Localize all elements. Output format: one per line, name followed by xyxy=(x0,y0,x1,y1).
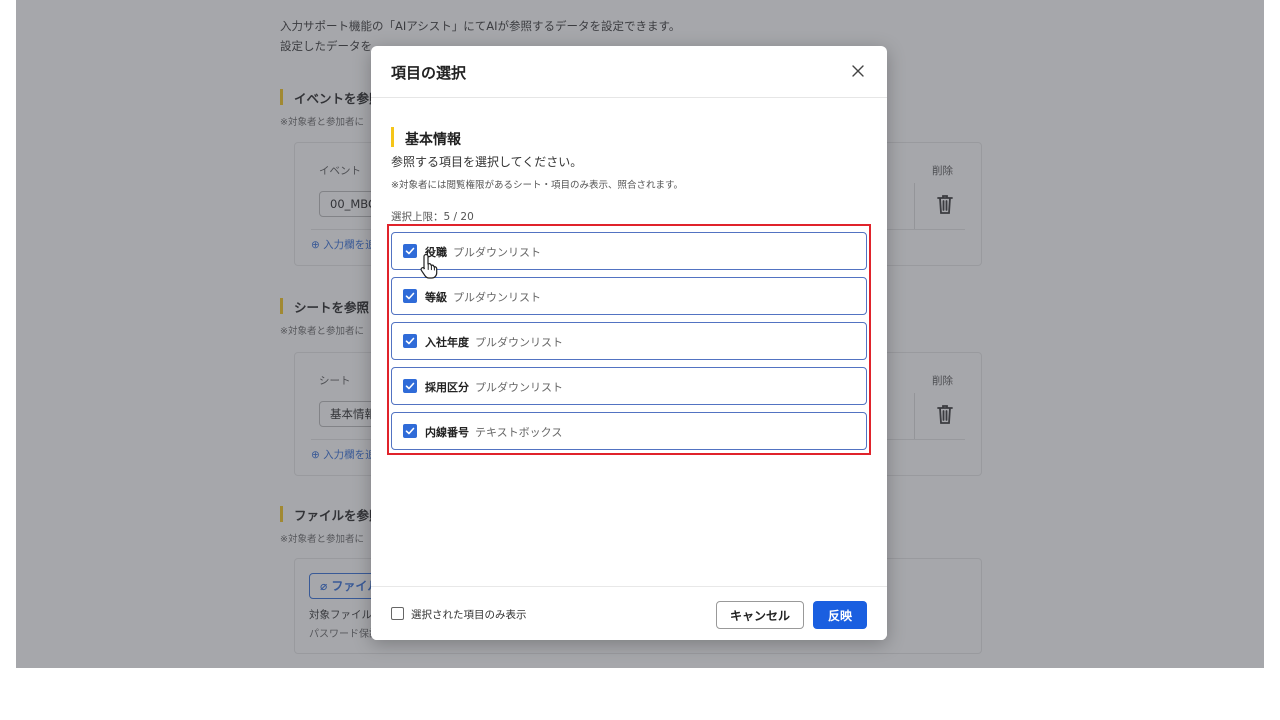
list-item[interactable]: 等級 プルダウンリスト xyxy=(391,277,867,315)
list-item[interactable]: 役職 プルダウンリスト xyxy=(391,232,867,270)
item-label: 等級 プルダウンリスト xyxy=(425,289,541,305)
modal-footer: 選択された項目のみ表示 キャンセル 反映 xyxy=(371,586,887,640)
item-label: 採用区分 プルダウンリスト xyxy=(425,379,563,395)
item-label: 役職 プルダウンリスト xyxy=(425,244,541,260)
checkbox-checked[interactable] xyxy=(403,424,417,438)
checkbox-checked[interactable] xyxy=(403,289,417,303)
item-name: 入社年度 xyxy=(425,336,469,349)
item-type: プルダウンリスト xyxy=(453,246,541,259)
close-icon xyxy=(852,65,864,77)
cancel-button[interactable]: キャンセル xyxy=(716,601,804,629)
check-icon xyxy=(405,247,415,255)
selection-limit: 選択上限：5 / 20 xyxy=(391,211,474,223)
list-item[interactable]: 内線番号 テキストボックス xyxy=(391,412,867,450)
item-type: プルダウンリスト xyxy=(475,381,563,394)
check-icon xyxy=(405,337,415,345)
modal-section-title: 基本情報 xyxy=(405,132,461,148)
checkbox-checked[interactable] xyxy=(403,334,417,348)
item-label: 入社年度 プルダウンリスト xyxy=(425,334,563,350)
modal-instruction: 参照する項目を選択してください。 xyxy=(391,155,583,169)
item-name: 内線番号 xyxy=(425,426,469,439)
check-icon xyxy=(405,382,415,390)
item-name: 採用区分 xyxy=(425,381,469,394)
checkbox-checked[interactable] xyxy=(403,244,417,258)
show-selected-checkbox[interactable] xyxy=(391,607,404,620)
section-accent-bar xyxy=(391,127,394,147)
item-type: テキストボックス xyxy=(475,426,563,439)
close-button[interactable] xyxy=(847,60,869,82)
hand-pointer-cursor-icon xyxy=(420,253,438,279)
item-name: 等級 xyxy=(425,291,447,304)
item-label: 内線番号 テキストボックス xyxy=(425,424,562,440)
list-item[interactable]: 採用区分 プルダウンリスト xyxy=(391,367,867,405)
item-type: プルダウンリスト xyxy=(475,336,563,349)
modal-note: ※対象者には閲覧権限があるシート・項目のみ表示、照合されます。 xyxy=(391,180,684,191)
item-selection-modal: 項目の選択 基本情報 参照する項目を選択してください。 ※対象者には閲覧権限があ… xyxy=(371,46,887,640)
check-icon xyxy=(405,427,415,435)
apply-button[interactable]: 反映 xyxy=(813,601,867,629)
list-item[interactable]: 入社年度 プルダウンリスト xyxy=(391,322,867,360)
modal-header: 項目の選択 xyxy=(371,46,887,98)
item-list-highlight: 役職 プルダウンリスト 等級 プルダウンリスト 入社年度 プルダウンリスト 採用区分プ… xyxy=(387,224,871,455)
item-type: プルダウンリスト xyxy=(453,291,541,304)
modal-title: 項目の選択 xyxy=(391,64,467,82)
show-selected-label[interactable]: 選択された項目のみ表示 xyxy=(411,607,527,622)
page-footer-area xyxy=(0,668,1280,720)
check-icon xyxy=(405,292,415,300)
checkbox-checked[interactable] xyxy=(403,379,417,393)
